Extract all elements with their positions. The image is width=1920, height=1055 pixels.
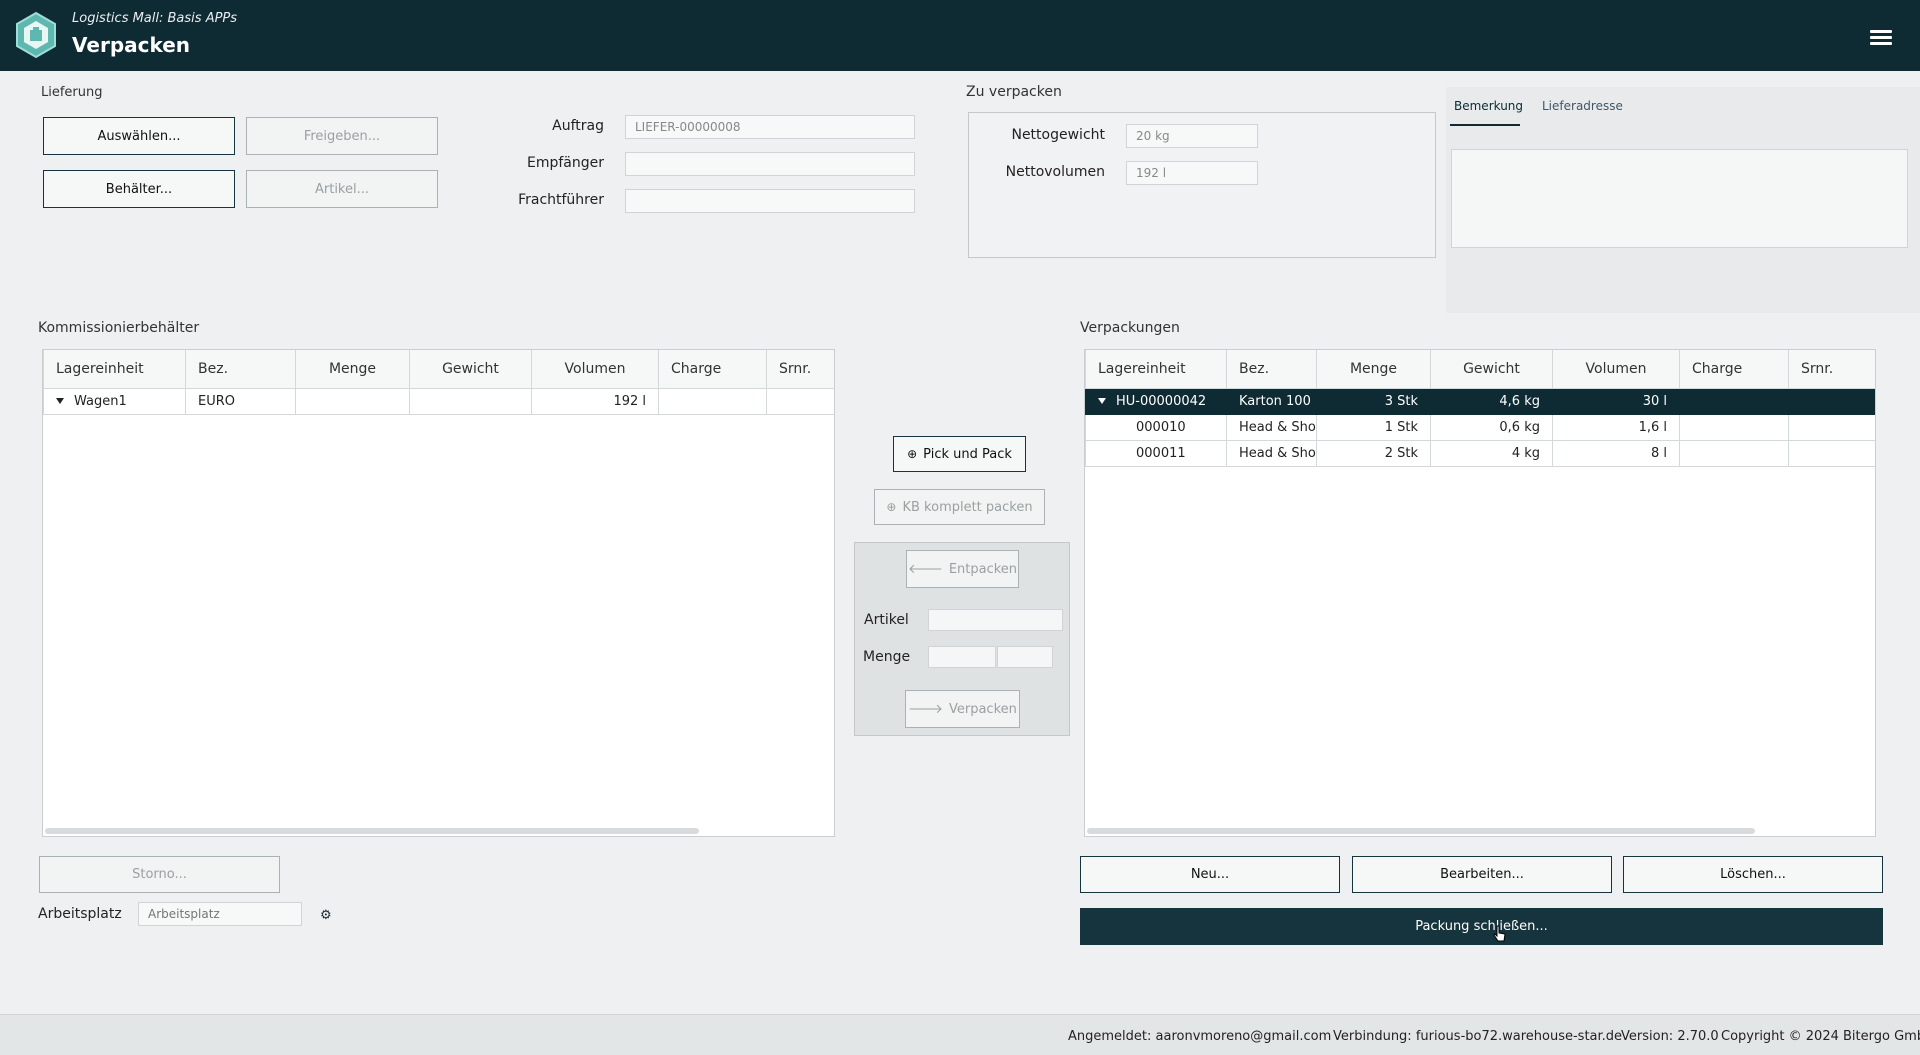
col-menge[interactable]: Menge [1316,350,1431,389]
copyright-text: Copyright © 2024 Bitergo GmbH [1721,1029,1920,1044]
empfaenger-field[interactable] [625,152,915,176]
table-row[interactable]: Wagen1 EURO 192 l [43,387,834,415]
verpackungen-table: Lagereinheit Bez. Menge Gewicht Volumen … [1084,349,1876,837]
arrow-right-icon: 🡒 [908,702,943,717]
cursor-icon [1493,925,1507,947]
app-header: Logistics Mall: Basis APPs Verpacken [0,0,1920,71]
bemerkung-textarea[interactable] [1451,149,1908,248]
tab-bemerkung[interactable]: Bemerkung [1454,99,1523,113]
artikel-input[interactable] [928,609,1063,631]
arrow-left-icon: 🡐 [907,562,943,577]
col-lagereinheit[interactable]: Lagereinheit [1085,350,1227,389]
verpackungen-label: Verpackungen [1080,320,1180,336]
menge-label: Menge [863,649,911,665]
nettogewicht-label: Nettogewicht [1011,127,1105,143]
table-row[interactable]: HU-00000042 Karton 100 3 Stk 4,6 kg 30 l [1085,387,1875,415]
bearbeiten-button[interactable]: Bearbeiten... [1352,856,1612,893]
nettovolumen-field[interactable]: 192 l [1126,161,1258,185]
entpacken-button[interactable]: 🡐 Entpacken [906,550,1019,588]
nettogewicht-field[interactable]: 20 kg [1126,124,1258,148]
circle-plus-icon: ⊕ [907,447,918,461]
frachtfuehrer-field[interactable] [625,189,915,213]
auftrag-label: Auftrag [552,118,604,134]
col-volumen[interactable]: Volumen [531,350,659,389]
col-charge[interactable]: Charge [1679,350,1789,389]
auswaehlen-button[interactable]: Auswählen... [43,117,235,155]
col-menge[interactable]: Menge [295,350,410,389]
table-row[interactable]: 000010 Head & Shoul 1 Stk 0,6 kg 1,6 l [1085,413,1875,441]
menge-input[interactable] [928,646,996,668]
pick-und-pack-button[interactable]: ⊕ Pick und Pack [893,436,1026,472]
frachtfuehrer-label: Frachtführer [518,192,604,208]
neu-button[interactable]: Neu... [1080,856,1340,893]
packung-schliessen-button[interactable]: Packung schließen... [1080,908,1883,945]
nettovolumen-label: Nettovolumen [1005,164,1105,180]
col-srnr[interactable]: Srnr. [1788,350,1875,389]
freigeben-button[interactable]: Freigeben... [246,117,438,155]
col-bez[interactable]: Bez. [1226,350,1317,389]
empfaenger-label: Empfänger [526,155,604,171]
gear-icon[interactable]: ⚙ [320,908,332,923]
caret-down-icon[interactable] [1098,398,1106,404]
menu-icon[interactable] [1870,30,1892,45]
verpacken-button[interactable]: 🡒 Verpacken [905,690,1020,728]
horizontal-scrollbar[interactable] [45,828,699,834]
table-row[interactable]: 000011 Head & Shoul 2 Stk 4 kg 8 l [1085,439,1875,467]
storno-button[interactable]: Storno... [39,856,280,893]
status-bar: Angemeldet: aaronvmoreno@gmail.com Verbi… [0,1014,1920,1055]
menge-unit-input[interactable] [997,646,1053,668]
circle-plus-icon: ⊕ [886,500,897,514]
kommissionier-table: Lagereinheit Bez. Menge Gewicht Volumen … [42,349,835,837]
verbindung-text: Verbindung: furious-bo72.warehouse-star.… [1333,1029,1623,1044]
version-text: Version: 2.70.0 [1621,1029,1719,1044]
col-gewicht[interactable]: Gewicht [1430,350,1553,389]
kommissionier-label: Kommissionierbehälter [38,320,200,336]
arbeitsplatz-label: Arbeitsplatz [38,906,122,922]
loeschen-button[interactable]: Löschen... [1623,856,1883,893]
col-bez[interactable]: Bez. [185,350,296,389]
col-srnr[interactable]: Srnr. [766,350,834,389]
tab-lieferadresse[interactable]: Lieferadresse [1542,99,1623,113]
col-charge[interactable]: Charge [658,350,767,389]
app-subtitle: Logistics Mall: Basis APPs [72,11,238,26]
zu-verpacken-label: Zu verpacken [966,84,1062,100]
lieferung-label: Lieferung [41,85,103,100]
behaelter-button[interactable]: Behälter... [43,170,235,208]
artikel-label: Artikel [864,612,909,628]
tab-indicator [1450,124,1520,126]
angemeldet-text: Angemeldet: aaronvmoreno@gmail.com [1068,1029,1332,1044]
col-lagereinheit[interactable]: Lagereinheit [43,350,186,389]
caret-down-icon[interactable] [56,398,64,404]
page-title: Verpacken [72,33,191,57]
logo-icon [14,11,58,59]
col-volumen[interactable]: Volumen [1552,350,1680,389]
artikel-button[interactable]: Artikel... [246,170,438,208]
auftrag-field[interactable]: LIEFER-00000008 [625,115,915,139]
kb-komplett-packen-button[interactable]: ⊕ KB komplett packen [874,489,1045,525]
col-gewicht[interactable]: Gewicht [409,350,532,389]
arbeitsplatz-input[interactable] [138,902,302,926]
horizontal-scrollbar[interactable] [1087,828,1755,834]
